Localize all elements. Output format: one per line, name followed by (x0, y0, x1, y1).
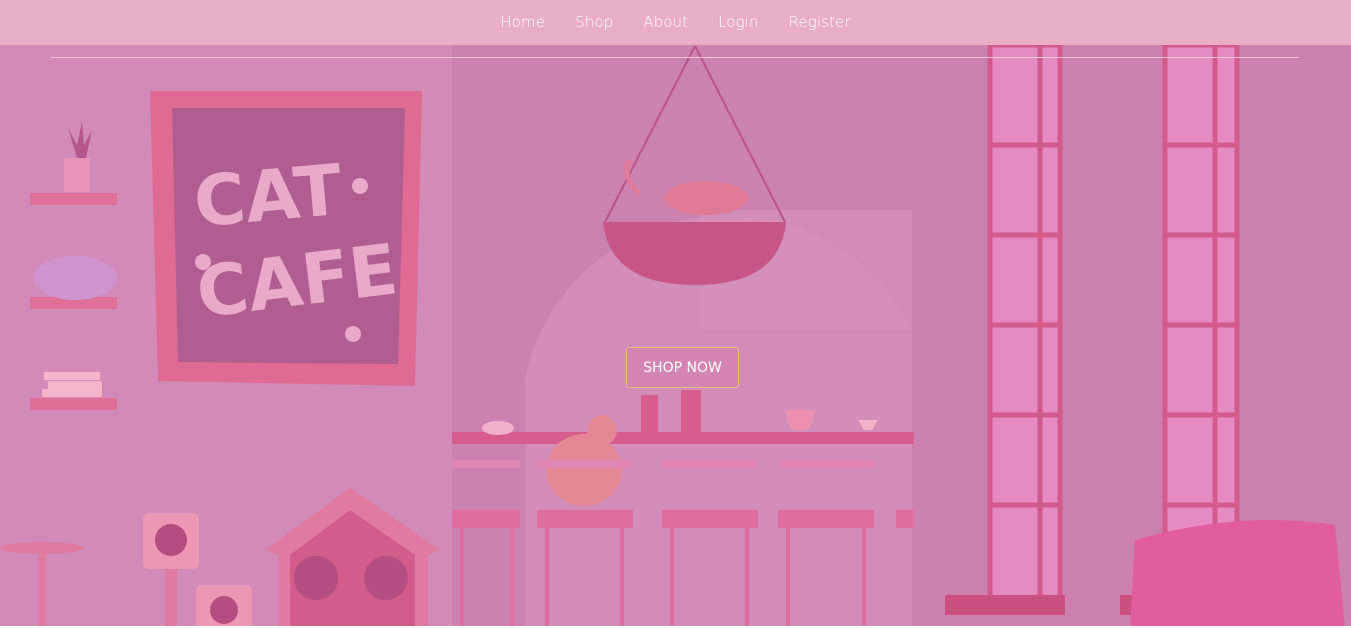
sign-line-1: CAT (191, 149, 346, 244)
nav-shop-link[interactable]: Shop (560, 0, 628, 45)
top-navbar: Home Shop About Login Register (0, 0, 1351, 45)
cat-cafe-illustration: CAT CAFE (0, 0, 1351, 628)
nav-home-link[interactable]: Home (485, 0, 560, 45)
nav-login-link[interactable]: Login (703, 0, 773, 45)
page: CAT CAFE Home Shop About Login Register … (0, 0, 1351, 628)
header-divider (50, 57, 1299, 58)
nav-about-link[interactable]: About (628, 0, 703, 45)
cat-cafe-sign: CAT CAFE (150, 91, 422, 386)
shop-now-button[interactable]: SHOP NOW (626, 347, 739, 388)
hero-banner: CAT CAFE (0, 0, 1351, 628)
armchair (1130, 520, 1345, 628)
nav-register-link[interactable]: Register (774, 0, 866, 45)
